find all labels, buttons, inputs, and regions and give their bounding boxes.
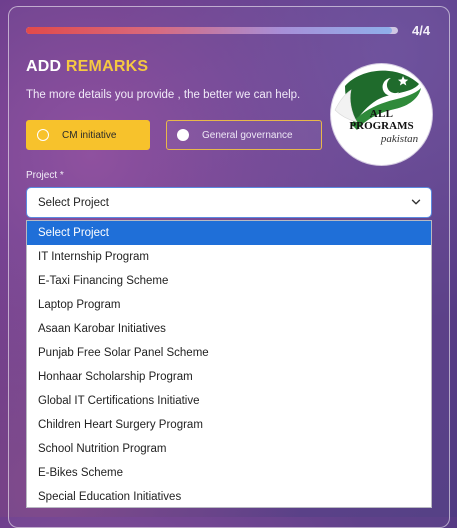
cm-initiative-option[interactable]: CM initiative	[26, 120, 150, 150]
project-select[interactable]: Select Project	[26, 187, 432, 218]
title-add: ADD	[26, 58, 66, 75]
step-indicator: 4/4	[412, 23, 431, 38]
general-governance-option[interactable]: General governance	[166, 120, 322, 150]
dropdown-option[interactable]: Children Heart Surgery Program	[27, 413, 431, 437]
general-governance-label: General governance	[202, 129, 293, 141]
project-dropdown-list: Select Project IT Internship Program E-Tax…	[26, 220, 432, 508]
all-programs-pakistan-logo: ALL PROGRAMS pakistan	[331, 64, 432, 165]
dropdown-option[interactable]: Honhaar Scholarship Program	[27, 365, 431, 389]
project-select-value: Select Project	[38, 196, 109, 209]
general-governance-radio[interactable]	[177, 129, 189, 141]
dropdown-option[interactable]: Asaan Karobar Initiatives	[27, 317, 431, 341]
dropdown-option[interactable]: School Nutrition Program	[27, 437, 431, 461]
progress-fill	[26, 27, 393, 34]
chevron-down-icon	[411, 199, 421, 205]
logo-text-all: ALL	[369, 108, 394, 120]
cm-initiative-radio[interactable]	[37, 129, 49, 141]
page-subtitle: The more details you provide , the bette…	[26, 89, 301, 101]
progress-bar	[26, 27, 398, 34]
dropdown-option[interactable]: Special Education Initiatives	[27, 485, 431, 507]
dropdown-option[interactable]: Select Project	[27, 221, 431, 245]
logo-text-pakistan: pakistan	[380, 133, 419, 145]
dropdown-option[interactable]: IT Internship Program	[27, 245, 431, 269]
dropdown-option[interactable]: E-Bikes Scheme	[27, 461, 431, 485]
title-remarks: REMARKS	[65, 58, 149, 75]
dropdown-option[interactable]: E-Taxi Financing Scheme	[27, 269, 431, 293]
dropdown-option[interactable]: Global IT Certifications Initiative	[27, 389, 431, 413]
dropdown-option[interactable]: Laptop Program	[27, 293, 431, 317]
page-title: ADD REMARKS	[26, 58, 148, 76]
project-field-label: Project *	[26, 170, 64, 181]
cm-initiative-label: CM initiative	[62, 129, 117, 141]
dropdown-option[interactable]: Punjab Free Solar Panel Scheme	[27, 341, 431, 365]
logo-text-programs: PROGRAMS	[349, 120, 414, 132]
